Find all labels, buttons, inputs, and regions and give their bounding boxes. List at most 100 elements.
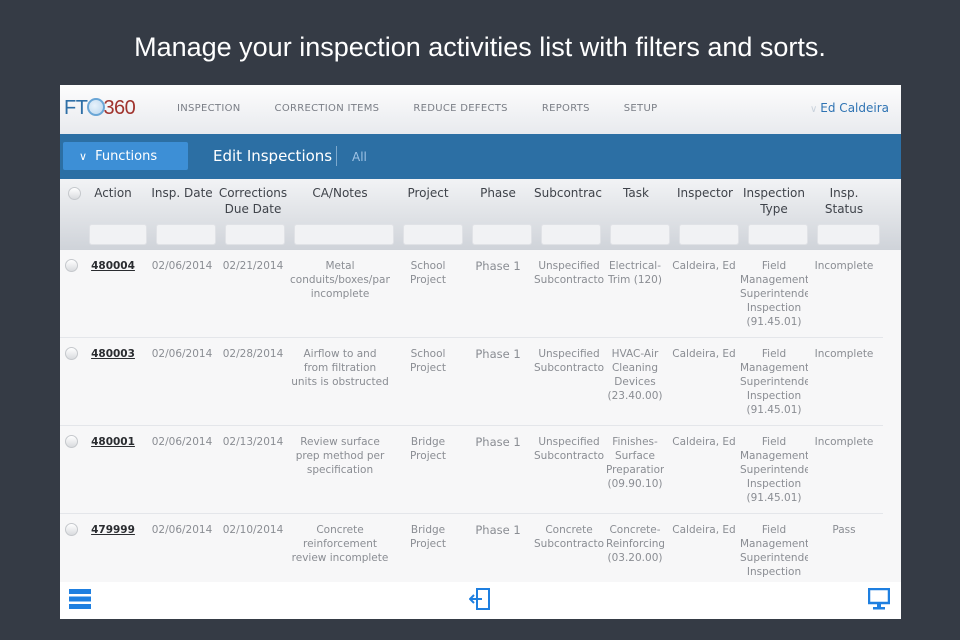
table-row[interactable]: 480004 02/06/2014 02/21/2014 Metal conduits… [60,250,883,338]
cell-project: School Project [410,260,446,286]
filter-all-link[interactable]: All [352,150,367,164]
column-header-insp-date[interactable]: Insp. Date [150,185,214,201]
nav-setup[interactable]: SETUP [624,103,658,114]
chevron-down-icon: ∨ [809,104,818,115]
filter-action-input[interactable] [89,224,147,245]
ftq360-logo[interactable]: FT 360 [64,97,136,120]
cell-notes: Metal conduits/boxes/panels incomplete [290,260,390,300]
filter-status-input[interactable] [817,224,880,245]
cell-due-date: 02/10/2014 [222,524,284,536]
select-all-checkbox[interactable] [68,187,81,200]
cell-subcontractor: Unspecified Subcontractor [534,436,604,462]
bottom-toolbar [60,582,901,619]
user-name: Ed Caldeira [820,101,889,115]
filter-inspector-input[interactable] [679,224,739,245]
filter-subcontractor-input[interactable] [541,224,601,245]
cell-subcontractor: Unspecified Subcontractor [534,348,604,374]
column-header-action[interactable]: Action [88,185,138,201]
action-link[interactable]: 480003 [88,347,138,361]
logout-icon[interactable] [468,587,491,615]
main-nav: INSPECTION CORRECTION ITEMS REDUCE DEFEC… [177,103,691,114]
cell-status: Incomplete [814,436,874,448]
column-header-due-date[interactable]: Corrections Due Date [218,185,288,217]
cell-task: Concrete-Reinforcing (03.20.00) [606,524,664,564]
cell-inspection-type: Field Management-Superintendent Inspecti… [740,348,808,416]
cell-task: Electrical-Trim (120) [608,260,662,286]
logo-text-360: 360 [103,97,136,119]
nav-inspection[interactable]: INSPECTION [177,103,241,114]
row-checkbox[interactable] [65,523,78,536]
cell-phase: Phase 1 [475,347,521,361]
cell-inspector: Caldeira, Ed [672,260,736,272]
cell-insp-date: 02/06/2014 [151,436,213,448]
desktop-icon[interactable] [867,587,891,614]
nav-correction-items[interactable]: CORRECTION ITEMS [275,103,380,114]
row-checkbox[interactable] [65,347,78,360]
filter-notes-input[interactable] [294,224,394,245]
filter-insp-date-input[interactable] [156,224,216,245]
action-link[interactable]: 480004 [88,259,138,273]
row-checkbox[interactable] [65,259,78,272]
cell-project: Bridge Project [410,524,446,550]
table-row[interactable]: 480001 02/06/2014 02/13/2014 Review surface… [60,426,883,514]
top-navigation-bar: FT 360 INSPECTION CORRECTION ITEMS REDUCE… [60,85,901,134]
row-checkbox[interactable] [65,435,78,448]
column-header-task[interactable]: Task [606,185,666,201]
functions-button[interactable]: ∨ Functions [63,142,188,170]
logo-text-ft: FT [64,97,88,119]
chevron-down-icon: ∨ [79,149,88,163]
cell-status: Incomplete [814,260,874,272]
cell-notes: Concrete reinforcement review incomplete [291,524,389,564]
filter-phase-input[interactable] [472,224,532,245]
toolbar: ∨ Functions Edit Inspections All [60,134,901,179]
cell-subcontractor: Unspecified Subcontractor [534,260,604,286]
app-window: FT 360 INSPECTION CORRECTION ITEMS REDUCE… [60,85,901,619]
cell-inspection-type: Field Management-Superintendent Inspecti… [740,260,808,328]
filter-inspection-type-input[interactable] [748,224,808,245]
column-header-notes[interactable]: CA/Notes [292,185,388,201]
cell-task: Finishes-Surface Preparation (09.90.10) [606,436,664,490]
cell-phase: Phase 1 [475,435,521,449]
cell-insp-date: 02/06/2014 [151,348,213,360]
table-row[interactable]: 480003 02/06/2014 02/28/2014 Airflow to and… [60,338,883,426]
cell-inspection-type: Field Management-Superintendent Inspecti… [740,524,808,578]
cell-inspector: Caldeira, Ed [672,348,736,360]
cell-due-date: 02/21/2014 [222,260,284,272]
column-header-inspection-type[interactable]: Inspection Type [740,185,808,217]
cell-inspector: Caldeira, Ed [672,436,736,448]
cell-insp-date: 02/06/2014 [151,260,213,272]
cell-due-date: 02/28/2014 [222,348,284,360]
nav-reports[interactable]: REPORTS [542,103,590,114]
user-menu[interactable]: ∨ Ed Caldeira [810,101,889,115]
column-header-phase[interactable]: Phase [470,185,526,201]
action-link[interactable]: 480001 [88,435,138,449]
column-header-project[interactable]: Project [400,185,456,201]
page-caption: Manage your inspection activities list w… [134,32,826,62]
cell-notes: Review surface prep method per specifica… [295,436,385,476]
filter-task-input[interactable] [610,224,670,245]
column-header-inspector[interactable]: Inspector [674,185,736,201]
cell-subcontractor: Concrete Subcontractor [534,524,604,550]
nav-reduce-defects[interactable]: REDUCE DEFECTS [413,103,508,114]
cell-notes: Airflow to and from filtration units is … [291,348,389,388]
cell-insp-date: 02/06/2014 [151,524,213,536]
cell-project: School Project [410,348,446,374]
cell-phase: Phase 1 [475,523,521,537]
cell-inspector: Caldeira, Ed [672,524,736,536]
toolbar-divider [336,146,337,166]
action-link[interactable]: 479999 [88,523,138,537]
filter-project-input[interactable] [403,224,463,245]
menu-icon[interactable] [69,589,91,613]
cell-status: Pass [832,524,856,536]
column-header-subcontractor[interactable]: Subcontrac [534,185,602,201]
functions-label: Functions [95,148,158,164]
cell-project: Bridge Project [410,436,446,462]
filter-due-date-input[interactable] [225,224,285,245]
cell-inspection-type: Field Management-Superintendent Inspecti… [740,436,808,504]
cell-phase: Phase 1 [475,259,521,273]
cell-task: HVAC-Air Cleaning Devices (23.40.00) [607,348,663,402]
column-header-status[interactable]: Insp. Status [816,185,872,217]
page-title: Edit Inspections [213,147,333,165]
cell-due-date: 02/13/2014 [222,436,284,448]
cell-status: Incomplete [814,348,874,360]
